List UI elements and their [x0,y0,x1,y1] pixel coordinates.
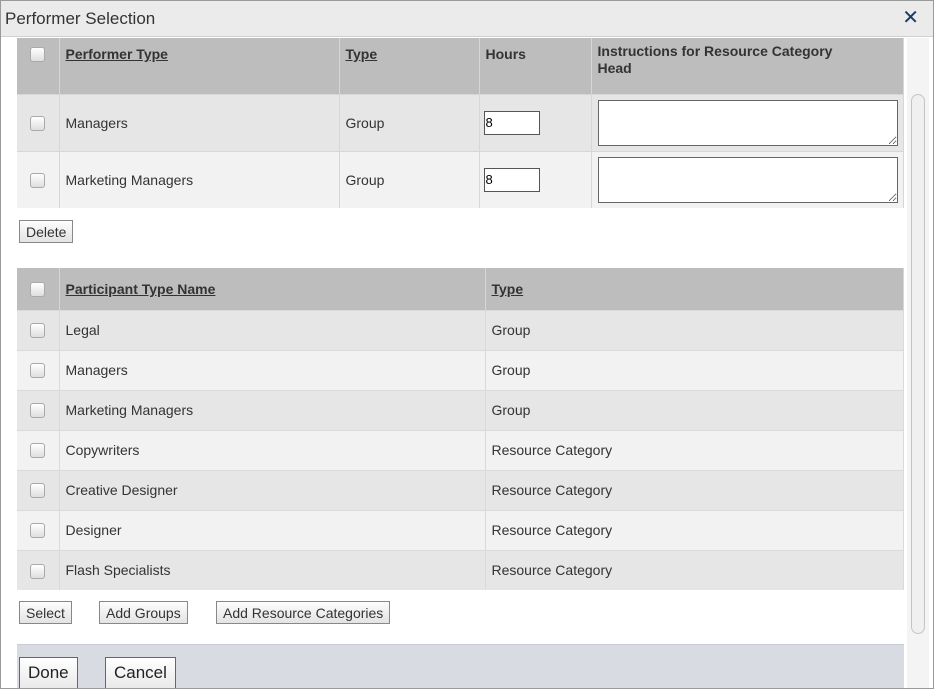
participant-row-checkbox[interactable] [30,523,45,539]
participant-type: Resource Category [485,429,904,470]
participant-row-checkbox[interactable] [30,563,45,579]
participant-name-sort-link[interactable]: Participant Type Name [66,281,216,297]
type-sort-link[interactable]: Type [346,46,378,62]
instructions-header: Instructions for Resource Category Head [597,42,833,76]
scrollbar-thumb[interactable] [911,94,925,634]
cancel-button[interactable]: Cancel [105,657,176,688]
participant-row-checkbox[interactable] [30,323,45,339]
participant-type: Resource Category [485,549,904,590]
participant-row-checkbox[interactable] [30,443,45,459]
performer-type: Group [339,150,480,208]
performer-row: Marketing Managers Group [17,150,904,208]
select-button[interactable]: Select [19,601,72,624]
hours-input[interactable] [483,167,540,192]
participant-row: Managers Group [17,349,904,390]
done-button[interactable]: Done [19,657,78,688]
instructions-textarea[interactable] [597,156,898,203]
participant-name: Flash Specialists [59,549,486,590]
participant-row: Copywriters Resource Category [17,429,904,470]
performer-row: Managers Group [17,93,904,151]
performer-row-checkbox[interactable] [30,173,45,189]
participant-row: Legal Group [17,309,904,350]
participant-type: Resource Category [485,509,904,550]
participant-name: Managers [59,349,486,390]
performer-name: Marketing Managers [59,150,340,208]
participant-row-checkbox[interactable] [30,483,45,499]
performer-type-sort-link[interactable]: Performer Type [66,46,168,62]
vertical-scrollbar[interactable] [907,38,929,688]
participant-row: Marketing Managers Group [17,389,904,430]
participant-type: Resource Category [485,469,904,510]
add-groups-button[interactable]: Add Groups [99,601,188,624]
participant-name: Designer [59,509,486,550]
participant-table: Participant Type Name Type Legal Group M… [17,268,904,590]
select-all-participants-checkbox[interactable] [30,282,45,298]
dialog-title: Performer Selection [5,9,156,28]
dialog-content: Performer Type Type Hours Instructions f… [17,38,904,688]
instructions-textarea[interactable] [597,99,898,146]
participant-type: Group [485,349,904,390]
dialog-titlebar: Performer Selection ✕ [1,1,933,37]
performer-name: Managers [59,93,340,151]
participant-row-checkbox[interactable] [30,363,45,379]
participant-row: Creative Designer Resource Category [17,469,904,510]
performer-table-header: Performer Type Type Hours Instructions f… [17,38,904,94]
participant-name: Creative Designer [59,469,486,510]
participant-row: Designer Resource Category [17,509,904,550]
participant-row: Flash Specialists Resource Category [17,549,904,590]
dialog-footer: Done Cancel [17,644,904,688]
participant-name: Copywriters [59,429,486,470]
hours-input[interactable] [483,110,540,135]
participant-table-header: Participant Type Name Type [17,268,904,310]
participant-type-sort-link[interactable]: Type [492,281,524,297]
close-icon[interactable]: ✕ [902,7,919,29]
performer-table: Performer Type Type Hours Instructions f… [17,38,904,208]
hours-header: Hours [485,45,526,62]
add-resource-categories-button[interactable]: Add Resource Categories [216,601,391,624]
participant-name: Marketing Managers [59,389,486,430]
participant-type: Group [485,389,904,430]
performer-selection-dialog: Performer Selection ✕ Performer Type Typ… [0,0,934,689]
delete-button[interactable]: Delete [19,220,74,243]
select-all-performers-checkbox[interactable] [30,47,45,63]
performer-type: Group [339,93,480,151]
performer-row-checkbox[interactable] [30,115,45,131]
participant-type: Group [485,309,904,350]
participant-name: Legal [59,309,486,350]
participant-row-checkbox[interactable] [30,403,45,419]
